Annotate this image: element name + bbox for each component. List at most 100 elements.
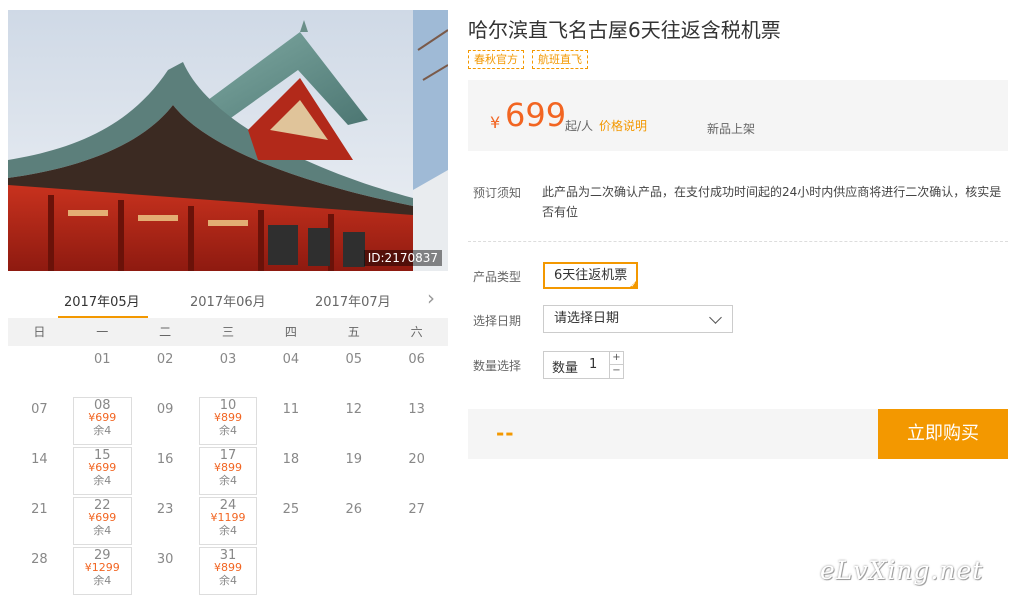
weekday-label: 日 xyxy=(33,325,46,339)
temple-photo-illustration xyxy=(8,10,448,271)
calendar-week-row: 21 22 ¥699 余4 23 24 ¥1199 余4 25 26 27 xyxy=(8,496,448,546)
calendar-day-available[interactable]: 15 ¥699 余4 xyxy=(71,446,134,496)
date-select-label: 选择日期 xyxy=(473,314,522,328)
day-number: 29 xyxy=(94,548,111,563)
day-number: 02 xyxy=(156,352,174,367)
calendar-day: 07 xyxy=(8,396,71,446)
weekday-label: 六 xyxy=(410,325,423,339)
check-icon: ✓ xyxy=(630,281,637,289)
day-price: ¥899 xyxy=(214,411,242,424)
day-price: ¥1299 xyxy=(84,561,120,574)
weekday-header: 日一二三四五六 xyxy=(8,318,448,346)
day-number: 30 xyxy=(156,552,174,567)
currency-symbol: ¥ xyxy=(490,113,501,132)
calendar-day: 30 xyxy=(134,546,197,596)
day-stock: 余4 xyxy=(219,574,237,587)
quantity-value[interactable]: 1 xyxy=(589,357,597,372)
day-stock: 余4 xyxy=(93,574,112,587)
day-stock: 余4 xyxy=(219,524,237,537)
calendar-day: 01 xyxy=(71,346,134,396)
day-number: 08 xyxy=(94,398,111,413)
calendar-day-available[interactable]: 29 ¥1299 余4 xyxy=(71,546,134,596)
tab-month-2[interactable]: 2017年06月 xyxy=(190,291,266,310)
day-number: 17 xyxy=(219,448,237,463)
day-number: 04 xyxy=(282,352,300,367)
calendar-day-available[interactable]: 08 ¥699 余4 xyxy=(71,396,134,446)
day-number: 31 xyxy=(219,548,237,563)
day-number: 05 xyxy=(345,352,362,367)
quantity-label: 数量选择 xyxy=(473,359,522,373)
day-stock: 余4 xyxy=(219,474,237,487)
day-number: 07 xyxy=(31,402,48,417)
calendar-day: 06 xyxy=(385,346,448,396)
chevron-down-icon xyxy=(709,311,722,324)
calendar-day: 16 xyxy=(134,446,197,496)
product-photo: ID:2170837 xyxy=(8,10,448,271)
calendar-empty-cell xyxy=(385,546,448,596)
total-price: -- xyxy=(496,421,515,445)
day-price: ¥699 xyxy=(88,461,117,474)
weekday-label: 二 xyxy=(159,325,172,339)
calendar-day: 23 xyxy=(134,496,197,546)
day-number: 06 xyxy=(408,352,425,367)
calendar-week-row: 14 15 ¥699 余4 16 17 ¥899 余4 18 19 20 xyxy=(8,446,448,496)
day-number: 14 xyxy=(31,452,48,467)
buy-bar: -- 立即购买 xyxy=(468,409,1008,459)
date-select-dropdown[interactable]: 请选择日期 xyxy=(543,305,733,333)
calendar-day: 25 xyxy=(259,496,322,546)
buy-now-button[interactable]: 立即购买 xyxy=(878,409,1008,459)
booking-notice-text: 此产品为二次确认产品，在支付成功时间起的24小时内供应商将进行二次确认，核实是否… xyxy=(542,185,1002,219)
calendar-empty-cell xyxy=(8,346,71,396)
day-price: ¥899 xyxy=(214,461,242,474)
quantity-decrease-button[interactable]: − xyxy=(609,365,623,378)
day-number: 22 xyxy=(94,498,111,513)
price-unit: 起/人 xyxy=(565,119,594,133)
calendar-month-tabs: 2017年05月 2017年06月 2017年07月 › xyxy=(8,284,448,320)
day-number: 19 xyxy=(345,452,362,467)
day-number: 26 xyxy=(345,502,362,517)
day-number: 15 xyxy=(94,448,111,463)
tab-month-1[interactable]: 2017年05月 xyxy=(64,291,140,310)
calendar-day-available[interactable]: 10 ¥899 余4 xyxy=(197,396,260,446)
day-number: 25 xyxy=(282,502,300,517)
calendar-day: 04 xyxy=(259,346,322,396)
tag-official: 春秋官方 xyxy=(468,50,524,69)
weekday-label: 五 xyxy=(347,325,360,339)
calendar-day-available[interactable]: 17 ¥899 余4 xyxy=(197,446,260,496)
day-number: 24 xyxy=(219,498,237,513)
product-type-option[interactable]: 6天往返机票 ✓ xyxy=(543,262,639,289)
calendar-day-available[interactable]: 31 ¥899 余4 xyxy=(197,546,260,596)
calendar-day: 20 xyxy=(385,446,448,496)
calendar-week-row: 28 29 ¥1299 余4 30 31 ¥899 余4 xyxy=(8,546,448,596)
day-number: 13 xyxy=(408,402,425,417)
price-amount: 699 xyxy=(505,96,567,134)
product-title: 哈尔滨直飞名古屋6天往返含税机票 xyxy=(468,18,781,42)
tab-month-3[interactable]: 2017年07月 xyxy=(315,291,391,310)
day-price: ¥899 xyxy=(214,561,242,574)
chevron-right-icon[interactable]: › xyxy=(422,287,440,311)
divider xyxy=(468,241,1008,242)
calendar-body: 01 02 03 04 05 06 07 08 ¥699 余4 09 10 ¥899 余4 11 12 13 14… xyxy=(8,346,448,596)
day-number: 01 xyxy=(94,352,111,367)
day-number: 21 xyxy=(31,502,48,517)
product-tags: 春秋官方 航班直飞 xyxy=(468,50,588,69)
calendar-day-available[interactable]: 24 ¥1199 余4 xyxy=(197,496,260,546)
day-number: 11 xyxy=(282,402,300,417)
weekday-label: 四 xyxy=(284,325,297,339)
calendar-day: 12 xyxy=(322,396,385,446)
day-stock: 余4 xyxy=(93,424,112,437)
price-calendar: 日一二三四五六 01 02 03 04 05 06 07 08 ¥699 余4 09 10 ¥899 余4… xyxy=(8,318,448,596)
quantity-stepper: 数量 1 + − xyxy=(543,351,624,379)
calendar-day: 13 xyxy=(385,396,448,446)
day-number: 09 xyxy=(156,402,174,417)
calendar-day: 28 xyxy=(8,546,71,596)
calendar-empty-cell xyxy=(259,546,322,596)
quantity-increase-button[interactable]: + xyxy=(609,352,623,365)
price-explain-link[interactable]: 价格说明 xyxy=(599,117,647,134)
tag-direct-flight: 航班直飞 xyxy=(532,50,588,69)
calendar-day-available[interactable]: 22 ¥699 余4 xyxy=(71,496,134,546)
calendar-week-row: 07 08 ¥699 余4 09 10 ¥899 余4 11 12 13 xyxy=(8,396,448,446)
calendar-day: 19 xyxy=(322,446,385,496)
calendar-day: 03 xyxy=(197,346,260,396)
day-price: ¥1199 xyxy=(210,511,246,524)
